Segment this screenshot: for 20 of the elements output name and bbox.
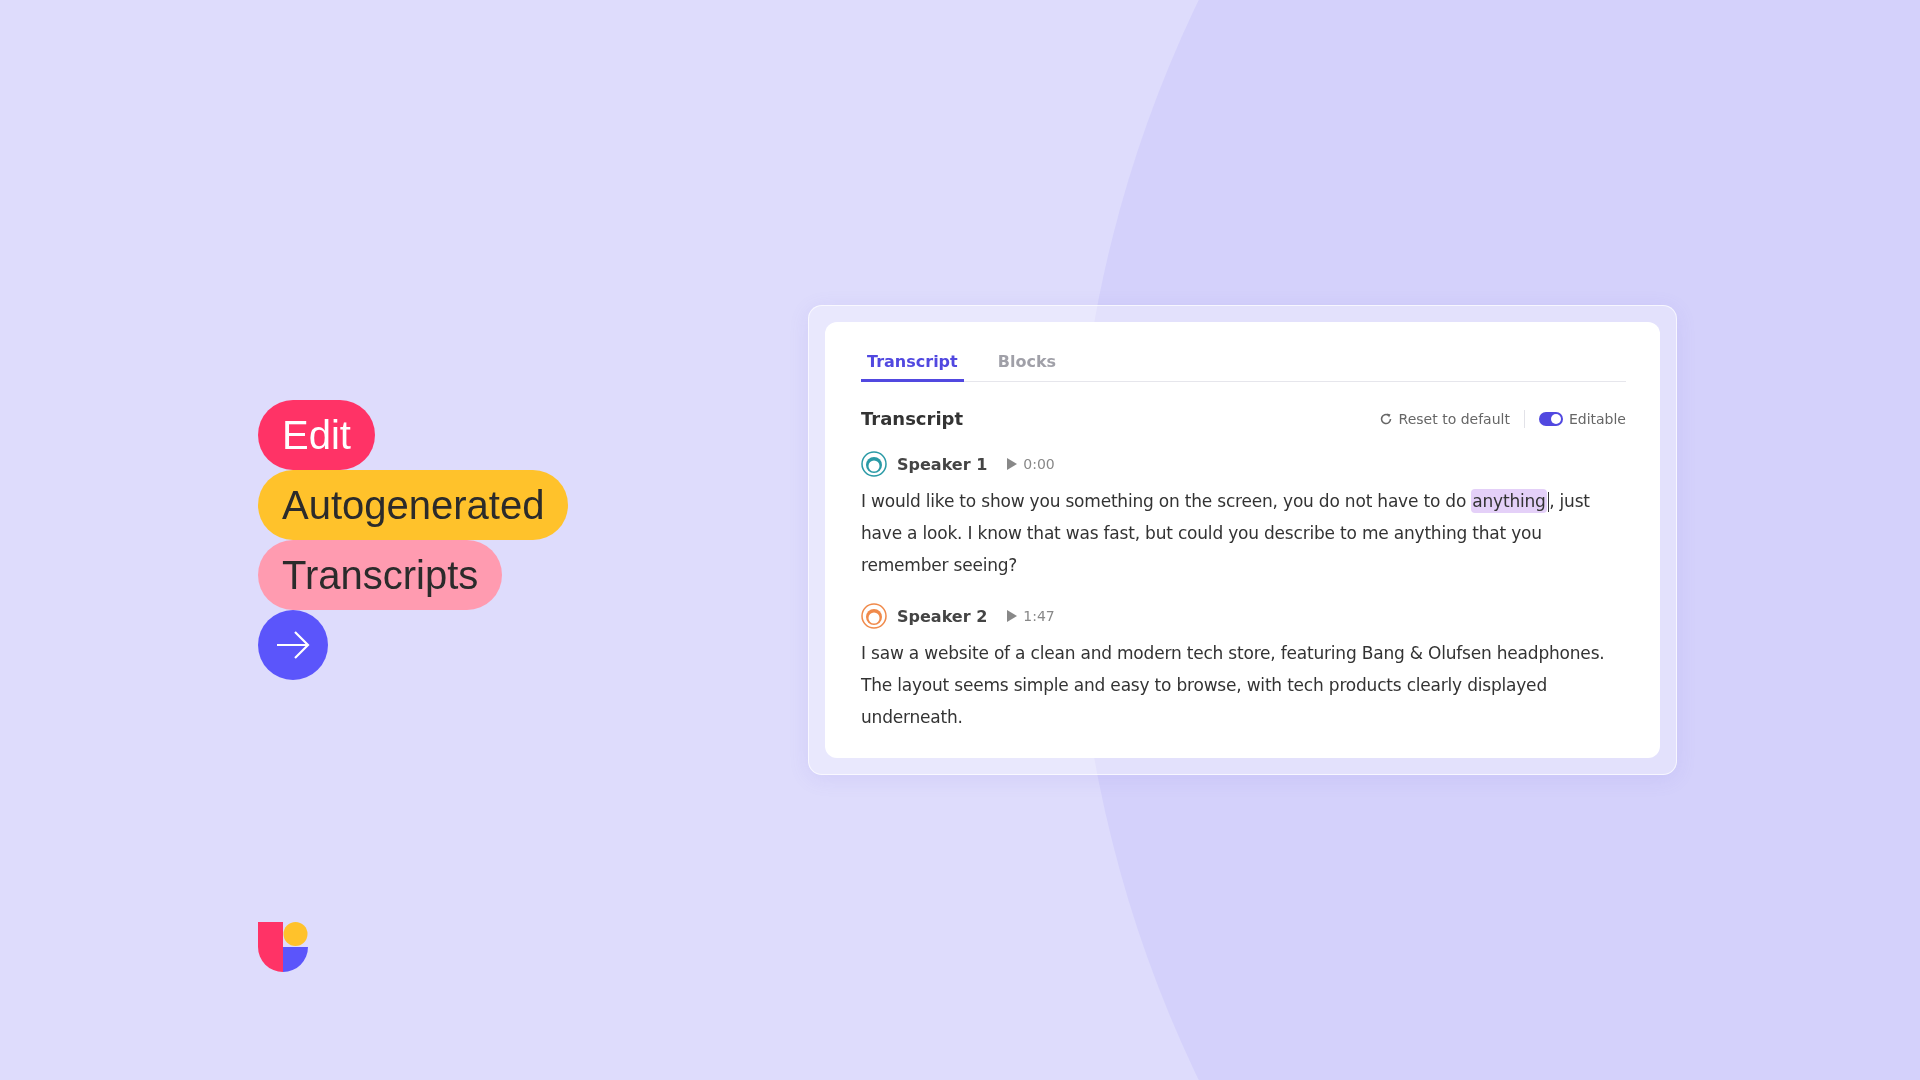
transcript-text: I would like to show you something on the screen, you do not have to do anything , just have a look. I know that was fast, but could you describe to me anything that you remember seeing? [861, 488, 1591, 577]
title-pill: Edit [258, 400, 375, 470]
play-button[interactable]: 1:47 [1007, 608, 1055, 624]
title-pill: Transcripts [258, 540, 503, 610]
transcript-text: I saw a website of a clean and modern tech store, featuring Bang & Olufsen headphones. The layout seems simple and easy to browse, with tech products clearly displayed underneath. [861, 642, 1606, 729]
tab[interactable]: Blocks [991, 342, 1063, 382]
editable-toggle[interactable] [1538, 411, 1563, 426]
toggle-label: Editable [1568, 410, 1626, 427]
title-pill: Autogenerated [258, 470, 569, 540]
speaker-name: Speaker 2 [897, 606, 988, 626]
play-button[interactable]: 0:00 [1007, 456, 1055, 472]
play-icon [1007, 610, 1018, 622]
arrow-icon [275, 630, 311, 660]
tab[interactable]: Transcript [861, 342, 964, 382]
play-icon [1007, 458, 1018, 470]
section-title: Transcript [861, 408, 964, 429]
logo-icon [258, 922, 308, 972]
reset-icon [1378, 411, 1393, 426]
reset-button[interactable]: Reset to default [1378, 410, 1510, 427]
speaker-name: Speaker 1 [897, 454, 988, 474]
